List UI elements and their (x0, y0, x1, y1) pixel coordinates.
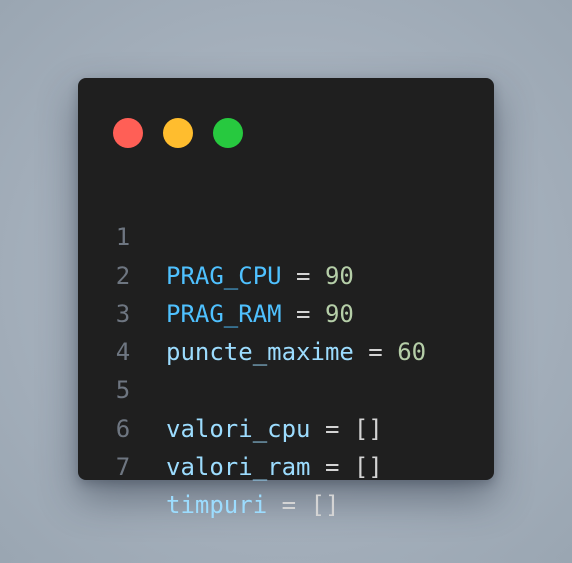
list-literal: [] (353, 453, 383, 482)
code-block: 1 PRAG_CPU = 90 2 PRAG_RAM = 90 3 puncte… (78, 180, 494, 519)
line-number: 7 (115, 453, 131, 482)
code-line: 3 puncte_maxime = 60 (78, 257, 494, 366)
variable-name: timpuri (166, 491, 268, 520)
list-literal: [] (310, 491, 340, 520)
operator: = (310, 453, 354, 482)
minimize-dot-icon[interactable] (163, 118, 193, 148)
maximize-dot-icon[interactable] (213, 118, 243, 148)
line-content: timpuri = [] (166, 486, 339, 524)
code-line: 6 valori_ram = [] (78, 371, 494, 481)
code-line: 4 (78, 295, 494, 366)
code-line: 7 timpuri = [] (78, 410, 494, 519)
line-content: valori_ram = [] (166, 448, 383, 486)
operator: = (267, 491, 311, 520)
code-window: 1 PRAG_CPU = 90 2 PRAG_RAM = 90 3 puncte… (78, 78, 494, 519)
variable-name: valori_ram (166, 453, 311, 482)
window-controls (113, 118, 243, 148)
code-line: 2 PRAG_RAM = 90 (78, 218, 494, 328)
close-dot-icon[interactable] (113, 118, 143, 148)
code-line: 1 PRAG_CPU = 90 (78, 180, 494, 289)
code-line: 5 valori_cpu = [] (78, 333, 494, 442)
